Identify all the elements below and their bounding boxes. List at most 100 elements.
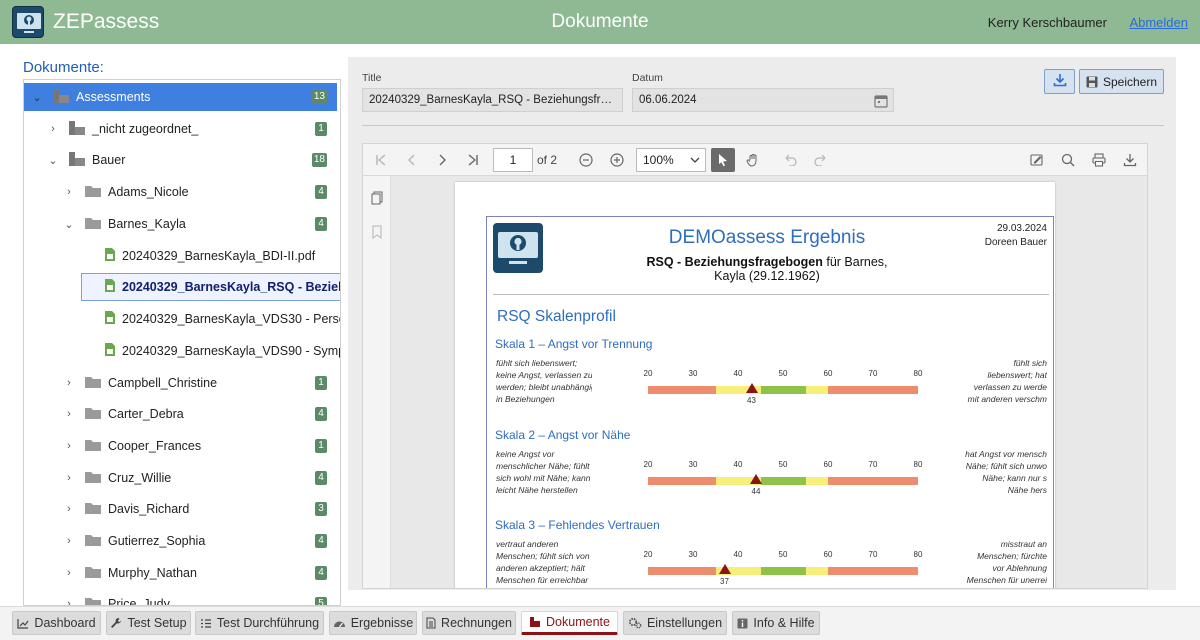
scale-low-description: Menschen; fühlt sich von bbox=[496, 551, 590, 561]
tab-einstellungen[interactable]: Einstellungen bbox=[623, 611, 727, 635]
tree-file-bdi[interactable]: 20240329_BarnesKayla_BDI-II.pdf bbox=[24, 242, 340, 270]
scale-bar-segment bbox=[805, 477, 828, 485]
count-badge: 1 bbox=[315, 376, 327, 390]
tree-item-bauer[interactable]: ⌄ Bauer 18 bbox=[24, 146, 337, 174]
select-tool-icon[interactable] bbox=[711, 148, 735, 172]
zoom-in-icon[interactable] bbox=[607, 150, 627, 170]
tab-dashboard[interactable]: Dashboard bbox=[12, 611, 101, 635]
folder-icon bbox=[84, 533, 102, 550]
last-page-icon[interactable] bbox=[463, 150, 483, 170]
scale-title: Skala 1 – Angst vor Trennung bbox=[495, 337, 653, 351]
scale-high-description: Menschen für unerrei bbox=[966, 575, 1047, 585]
scale-marker-icon bbox=[718, 564, 731, 574]
tree-item-murphy-nathan[interactable]: › Murphy_Nathan 4 bbox=[24, 559, 337, 587]
chevron-down-icon[interactable]: ⌄ bbox=[46, 154, 60, 167]
bookmark-icon[interactable] bbox=[367, 222, 387, 242]
tab-info-hilfe[interactable]: Info & Hilfe bbox=[732, 611, 820, 635]
report-frame: DEMOassess Ergebnis RSQ - Beziehungsfrag… bbox=[486, 216, 1054, 588]
tree-item-cruz-willie[interactable]: › Cruz_Willie 4 bbox=[24, 464, 337, 492]
chevron-right-icon[interactable]: › bbox=[62, 503, 76, 515]
tree-item-label: Gutierrez_Sophia bbox=[108, 534, 206, 548]
tree-item-barnes-kayla[interactable]: ⌄ Barnes_Kayla 4 bbox=[24, 210, 337, 238]
count-badge: 1 bbox=[315, 439, 327, 453]
tree-item-adams-nicole[interactable]: › Adams_Nicole 4 bbox=[24, 178, 337, 206]
chevron-right-icon[interactable]: › bbox=[62, 408, 76, 420]
tab-dokumente[interactable]: Dokumente bbox=[521, 611, 618, 635]
annotate-icon[interactable] bbox=[1027, 150, 1047, 170]
tree-file-vds90[interactable]: 20240329_BarnesKayla_VDS90 - Symptome.pd… bbox=[24, 337, 340, 365]
chevron-right-icon[interactable]: › bbox=[62, 567, 76, 579]
scale-tick-label: 40 bbox=[733, 369, 743, 378]
scale-low-description: fühlt sich liebenswert; bbox=[496, 358, 578, 368]
scale-marker-value: 37 bbox=[720, 577, 729, 586]
tree-item-label: _nicht zugeordnet_ bbox=[92, 122, 199, 136]
scale-low-description: keine Angst vor bbox=[496, 449, 555, 459]
tab-label: Ergebnisse bbox=[350, 616, 414, 630]
tree-item-cooper-frances[interactable]: › Cooper_Frances 1 bbox=[24, 432, 337, 460]
redo-icon[interactable] bbox=[811, 150, 831, 170]
chevron-down-icon[interactable]: ⌄ bbox=[62, 218, 76, 231]
tree-item-price-judy[interactable]: › Price_Judy 5 bbox=[24, 590, 337, 606]
scale-tick-label: 50 bbox=[778, 550, 788, 559]
hand-tool-icon[interactable] bbox=[743, 150, 763, 170]
title-field[interactable]: 20240329_BarnesKayla_RSQ - Beziehungsfra… bbox=[362, 88, 623, 112]
download-button[interactable] bbox=[1044, 69, 1075, 94]
previous-page-icon[interactable] bbox=[402, 150, 422, 170]
tree-item-label: 20240329_BarnesKayla_BDI-II.pdf bbox=[122, 249, 316, 263]
scale-tick-label: 20 bbox=[643, 369, 653, 378]
logout-link[interactable]: Abmelden bbox=[1129, 15, 1188, 30]
folder-icon bbox=[84, 470, 102, 487]
date-value: 06.06.2024 bbox=[639, 94, 697, 106]
tab-label: Einstellungen bbox=[646, 616, 723, 630]
undo-icon[interactable] bbox=[780, 150, 800, 170]
scale-bar-segment bbox=[760, 386, 806, 394]
print-icon[interactable] bbox=[1089, 150, 1109, 170]
tree-icon bbox=[529, 616, 541, 628]
chevron-right-icon[interactable]: › bbox=[62, 535, 76, 547]
tree-file-rsq[interactable]: 20240329_BarnesKayla_RSQ - Beziehungsfra… bbox=[81, 273, 340, 301]
page-number-input[interactable]: 1 bbox=[493, 148, 533, 172]
tree-item-label: Murphy_Nathan bbox=[108, 566, 197, 580]
calendar-icon[interactable] bbox=[870, 90, 892, 111]
tree-item-carter-debra[interactable]: › Carter_Debra 4 bbox=[24, 400, 337, 428]
first-page-icon[interactable] bbox=[371, 150, 391, 170]
count-badge: 13 bbox=[311, 90, 327, 104]
chevron-right-icon[interactable]: › bbox=[62, 186, 76, 198]
tab-test-setup[interactable]: Test Setup bbox=[106, 611, 191, 635]
chevron-down-icon[interactable]: ⌄ bbox=[30, 91, 44, 104]
scale-tick-label: 70 bbox=[868, 369, 878, 378]
tree-file-vds30[interactable]: 20240329_BarnesKayla_VDS30 - Persönlichk… bbox=[24, 305, 340, 333]
document-tree: ⌄ Assessments 13 › _nicht zugeordnet_ 1 … bbox=[23, 79, 341, 606]
tree-item-campbell-christine[interactable]: › Campbell_Christine 1 bbox=[24, 369, 337, 397]
count-badge: 4 bbox=[315, 471, 327, 485]
thumbnails-icon[interactable] bbox=[367, 188, 387, 208]
scale-tick-label: 30 bbox=[688, 550, 698, 559]
group-icon bbox=[68, 151, 86, 170]
gauge-icon bbox=[333, 618, 346, 628]
scale-title: Skala 3 – Fehlendes Vertrauen bbox=[495, 518, 660, 532]
tree-item-unassigned[interactable]: › _nicht zugeordnet_ 1 bbox=[24, 115, 337, 143]
zoom-out-icon[interactable] bbox=[576, 150, 596, 170]
date-field[interactable]: 06.06.2024 bbox=[632, 88, 894, 112]
search-icon[interactable] bbox=[1058, 150, 1078, 170]
chevron-right-icon[interactable]: › bbox=[62, 377, 76, 389]
tree-item-davis-richard[interactable]: › Davis_Richard 3 bbox=[24, 495, 337, 523]
scale-tick-label: 30 bbox=[688, 369, 698, 378]
chevron-right-icon[interactable]: › bbox=[62, 440, 76, 452]
report-date: 29.03.2024 bbox=[996, 223, 1047, 234]
tab-rechnungen[interactable]: Rechnungen bbox=[422, 611, 516, 635]
chevron-right-icon[interactable]: › bbox=[46, 123, 60, 135]
next-page-icon[interactable] bbox=[432, 150, 452, 170]
tree-item-assessments[interactable]: ⌄ Assessments 13 bbox=[24, 83, 337, 111]
chevron-right-icon[interactable]: › bbox=[62, 598, 76, 605]
tab-label: Rechnungen bbox=[441, 616, 512, 630]
pdf-download-icon[interactable] bbox=[1120, 150, 1140, 170]
tree-item-label: Price_Judy bbox=[108, 597, 170, 606]
tab-test-durchfuehrung[interactable]: Test Durchführung bbox=[195, 611, 324, 635]
tab-ergebnisse[interactable]: Ergebnisse bbox=[329, 611, 417, 635]
tree-item-gutierrez-sophia[interactable]: › Gutierrez_Sophia 4 bbox=[24, 527, 337, 555]
group-icon bbox=[52, 88, 70, 107]
zoom-select[interactable]: 100% bbox=[636, 148, 706, 172]
chevron-right-icon[interactable]: › bbox=[62, 472, 76, 484]
save-button[interactable]: Speichern bbox=[1079, 69, 1164, 94]
